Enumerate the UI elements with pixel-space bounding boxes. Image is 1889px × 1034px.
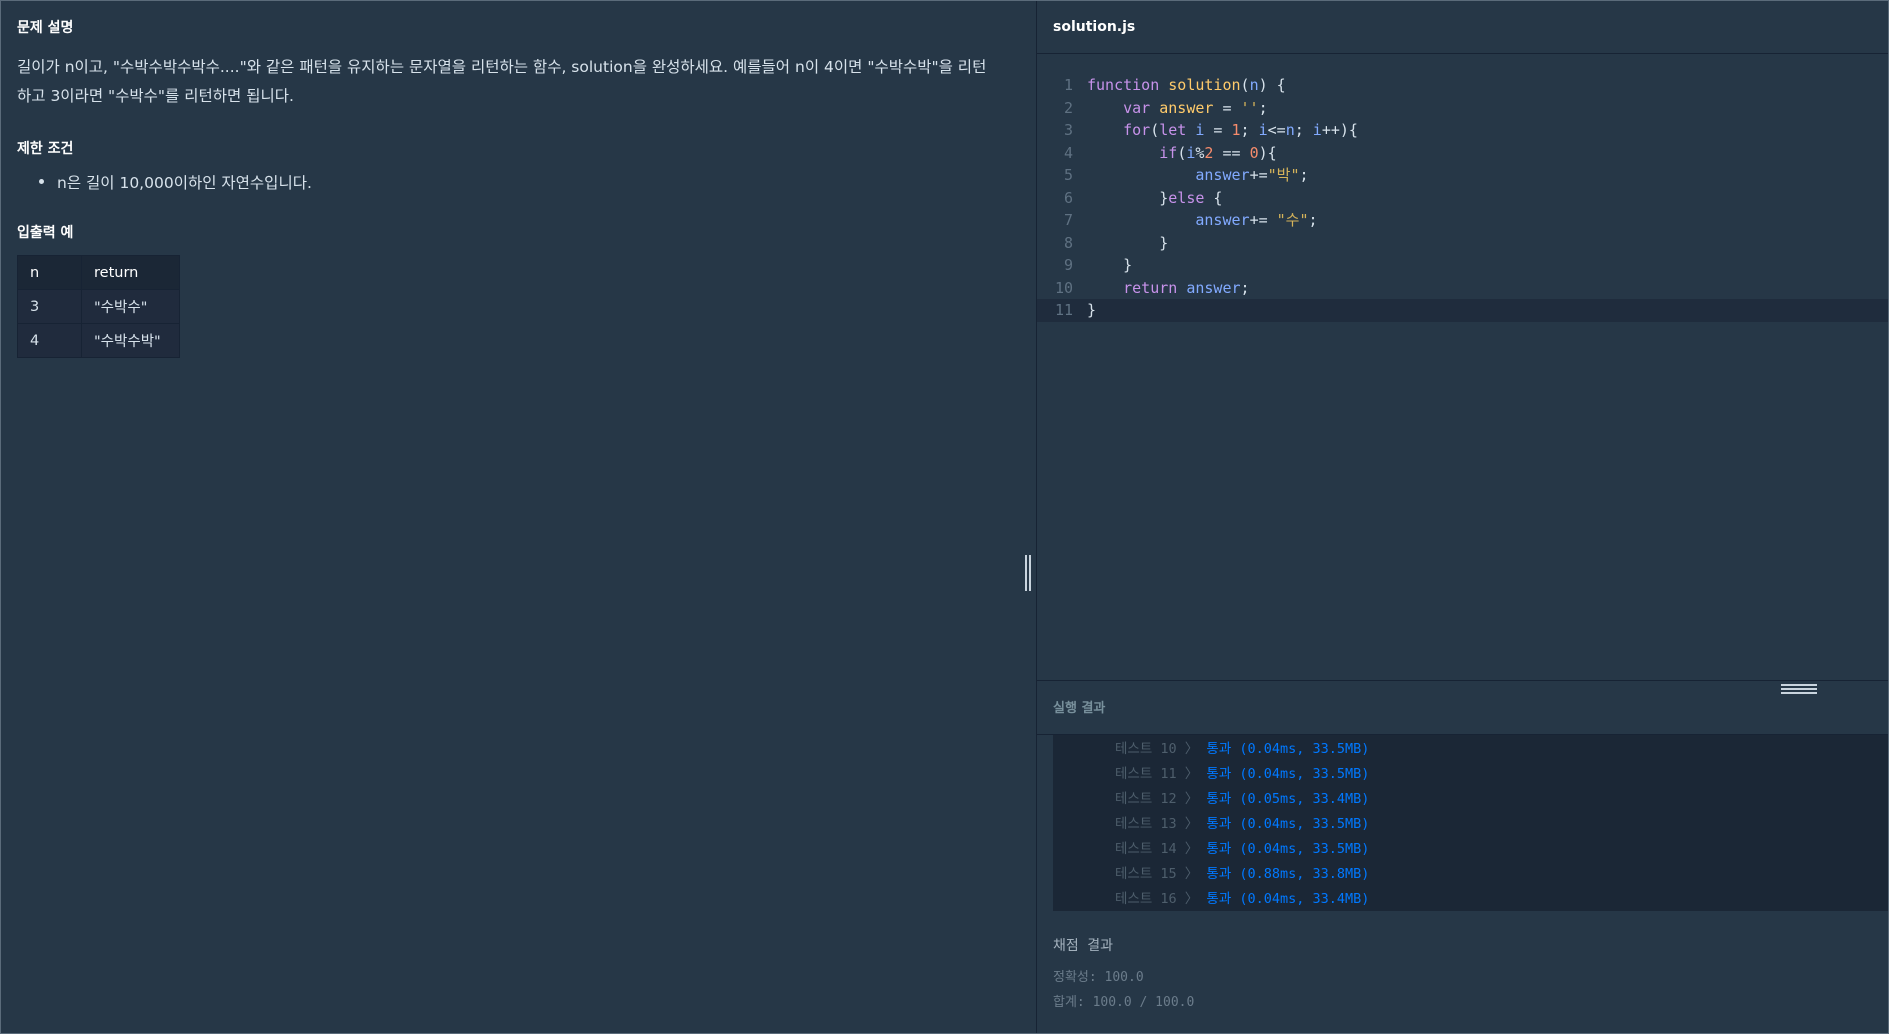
line-number: 11 xyxy=(1054,301,1073,319)
code-line[interactable]: 9 } xyxy=(1037,254,1888,277)
test-result-row: 테스트 15 〉 통과 (0.88ms, 33.8MB) xyxy=(1115,866,1370,882)
score-title: 채점 결과 xyxy=(1053,938,1113,954)
examples-title: 입출력 예 xyxy=(17,225,74,241)
code-line[interactable]: 10 return answer; xyxy=(1037,277,1888,300)
code-line[interactable]: 4 if(i%2 == 0){ xyxy=(1037,142,1888,165)
editor-panel: solution.js 1 function solution(n) { 2 v… xyxy=(1037,1,1888,1033)
constraints-title: 제한 조건 xyxy=(17,141,74,157)
horizontal-resize-handle-icon[interactable] xyxy=(1781,684,1817,694)
total-score: 합계: 100.0 / 100.0 xyxy=(1053,995,1195,1010)
description-line: 하고 3이라면 "수박수"를 리턴하면 됩니다. xyxy=(17,87,294,105)
code-line[interactable]: 6 }else { xyxy=(1037,187,1888,210)
accuracy-score: 정확성: 100.0 xyxy=(1053,970,1144,985)
vertical-resize-handle-icon[interactable] xyxy=(1022,555,1034,591)
run-results-output[interactable]: 테스트 10 〉 통과 (0.04ms, 33.5MB) 테스트 11 〉 통과… xyxy=(1053,735,1888,911)
code-line[interactable]: 8 } xyxy=(1037,232,1888,255)
test-result-row: 테스트 14 〉 통과 (0.04ms, 33.5MB) xyxy=(1115,841,1370,857)
table-header-cell: return xyxy=(81,255,180,290)
line-number: 8 xyxy=(1063,233,1073,252)
line-number: 2 xyxy=(1063,98,1073,117)
table-cell: "수박수" xyxy=(81,289,180,324)
horizontal-splitter[interactable] xyxy=(1037,680,1888,681)
table-cell: "수박수박" xyxy=(81,323,180,358)
code-line[interactable]: 5 answer+="박"; xyxy=(1037,164,1888,187)
description-line: 길이가 n이고, "수박수박수박수...."와 같은 패턴을 유지하는 문자열을… xyxy=(17,58,987,76)
test-result-row: 테스트 10 〉 통과 (0.04ms, 33.5MB) xyxy=(1115,741,1370,757)
constraint-item: n은 길이 10,000이하인 자연수입니다. xyxy=(39,171,312,193)
table-cell: 3 xyxy=(17,289,82,324)
table-header-cell: n xyxy=(17,255,82,290)
line-number: 10 xyxy=(1054,278,1073,297)
code-line[interactable]: 3 for(let i = 1; i<=n; i++){ xyxy=(1037,119,1888,142)
score-summary: 채점 결과 정확성: 100.0 합계: 100.0 / 100.0 xyxy=(1053,935,1194,1015)
code-line-active[interactable]: 11 } xyxy=(1037,299,1888,322)
test-result-row: 테스트 16 〉 통과 (0.04ms, 33.4MB) xyxy=(1115,891,1370,907)
line-number: 6 xyxy=(1063,188,1073,207)
code-editor[interactable]: 1 function solution(n) { 2 var answer = … xyxy=(1037,74,1888,322)
line-number: 4 xyxy=(1063,143,1073,162)
code-line[interactable]: 2 var answer = ''; xyxy=(1037,97,1888,120)
run-result-title: 실행 결과 xyxy=(1053,701,1106,716)
table-cell: 4 xyxy=(17,323,82,358)
editor-tab-bar: solution.js xyxy=(1037,1,1888,54)
examples-table: n return 3 "수박수" 4 "수박수박" xyxy=(17,255,180,358)
table-row: 3 "수박수" xyxy=(17,289,180,324)
test-result-row: 테스트 11 〉 통과 (0.04ms, 33.5MB) xyxy=(1115,766,1370,782)
table-header-row: n return xyxy=(17,255,180,290)
table-row: 4 "수박수박" xyxy=(17,323,180,358)
line-number: 7 xyxy=(1063,211,1073,229)
line-number: 5 xyxy=(1063,166,1073,184)
line-number: 1 xyxy=(1063,76,1073,94)
problem-description: 길이가 n이고, "수박수박수박수...."와 같은 패턴을 유지하는 문자열을… xyxy=(17,53,1007,111)
constraints-list: n은 길이 10,000이하인 자연수입니다. xyxy=(39,171,312,193)
test-result-row: 테스트 12 〉 통과 (0.05ms, 33.4MB) xyxy=(1115,791,1370,807)
problem-panel: 문제 설명 길이가 n이고, "수박수박수박수...."와 같은 패턴을 유지하… xyxy=(1,1,1036,1033)
problem-section-title: 문제 설명 xyxy=(17,20,74,36)
code-line[interactable]: 1 function solution(n) { xyxy=(1037,74,1888,97)
line-number: 3 xyxy=(1063,121,1073,139)
code-line[interactable]: 7 answer+= "수"; xyxy=(1037,209,1888,232)
tab-solution-js[interactable]: solution.js xyxy=(1053,19,1135,35)
line-number: 9 xyxy=(1063,256,1073,274)
test-result-row: 테스트 13 〉 통과 (0.04ms, 33.5MB) xyxy=(1115,816,1370,832)
